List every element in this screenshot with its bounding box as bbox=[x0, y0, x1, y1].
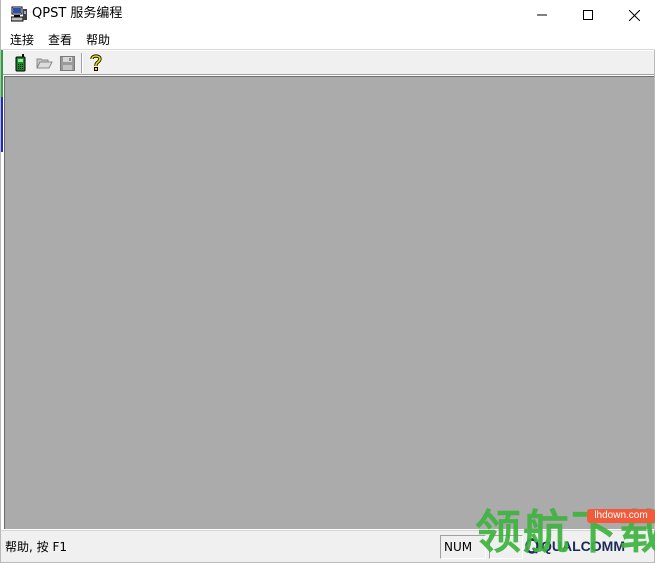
toolbar-separator bbox=[81, 53, 83, 73]
toolbar bbox=[3, 51, 654, 75]
app-window: QPST 服务编程 连接 查看 帮助 帮助, 按 F1 NUM QUALCOMM… bbox=[0, 0, 655, 563]
menu-connect[interactable]: 连接 bbox=[10, 32, 34, 48]
phone-icon bbox=[15, 54, 26, 72]
menu-bar: 连接 查看 帮助 bbox=[1, 30, 655, 50]
maximize-button[interactable] bbox=[565, 0, 611, 30]
client-area bbox=[4, 76, 654, 529]
minimize-button[interactable] bbox=[519, 0, 565, 30]
app-icon bbox=[10, 6, 28, 22]
open-folder-icon bbox=[35, 58, 53, 69]
save-icon bbox=[59, 55, 75, 71]
minimize-icon bbox=[537, 14, 547, 16]
desktop-edge-blue bbox=[1, 97, 3, 152]
watermark-url: lhdown.com bbox=[587, 509, 655, 523]
open-button[interactable] bbox=[34, 53, 54, 73]
status-message: 帮助, 按 F1 bbox=[5, 540, 67, 554]
menu-help[interactable]: 帮助 bbox=[86, 32, 110, 48]
help-icon bbox=[90, 54, 102, 71]
help-button[interactable] bbox=[86, 53, 106, 73]
connect-phone-button[interactable] bbox=[11, 53, 31, 73]
title-bar[interactable]: QPST 服务编程 bbox=[1, 0, 655, 30]
maximize-icon bbox=[583, 10, 593, 20]
close-button[interactable] bbox=[611, 0, 655, 30]
menu-view[interactable]: 查看 bbox=[48, 32, 72, 48]
close-icon bbox=[628, 9, 640, 21]
window-title: QPST 服务编程 bbox=[32, 6, 123, 21]
save-button[interactable] bbox=[57, 53, 77, 73]
